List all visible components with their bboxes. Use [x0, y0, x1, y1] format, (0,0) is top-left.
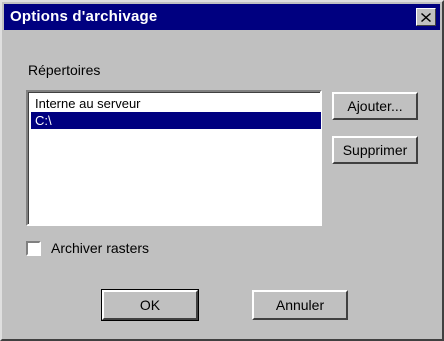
list-item[interactable]: C:\	[31, 112, 321, 129]
window-title: Options d'archivage	[10, 8, 158, 25]
archive-rasters-checkbox[interactable]	[26, 240, 41, 256]
archive-rasters-option[interactable]: Archiver rasters	[26, 238, 149, 258]
close-icon	[421, 12, 431, 22]
directories-label: Répertoires	[28, 62, 101, 78]
directories-listbox[interactable]: Interne au serveur C:\	[26, 90, 322, 226]
title-bar[interactable]: Options d'archivage	[4, 4, 440, 30]
remove-button[interactable]: Supprimer	[332, 136, 418, 164]
archive-rasters-label: Archiver rasters	[51, 240, 150, 256]
ok-button[interactable]: OK	[101, 289, 199, 321]
add-button[interactable]: Ajouter...	[332, 92, 418, 120]
close-button[interactable]	[416, 8, 436, 26]
list-item[interactable]: Interne au serveur	[31, 95, 321, 112]
archive-options-dialog: Options d'archivage Répertoires Interne …	[0, 0, 444, 341]
cancel-button[interactable]: Annuler	[252, 290, 348, 320]
